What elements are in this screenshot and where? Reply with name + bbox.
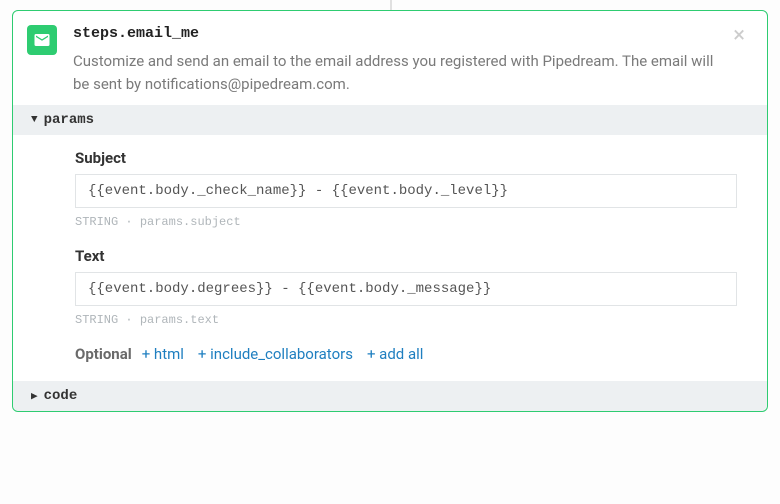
optional-include-collaborators-link[interactable]: + include_collaborators bbox=[198, 345, 353, 363]
params-body: Subject STRING · params.subject Text STR… bbox=[13, 135, 767, 381]
triangle-down-icon: ▼ bbox=[31, 114, 38, 126]
optional-label: Optional bbox=[75, 345, 132, 363]
step-name[interactable]: steps.email_me bbox=[73, 25, 729, 42]
field-subject: Subject STRING · params.subject bbox=[75, 149, 737, 229]
subject-input[interactable] bbox=[75, 174, 737, 208]
email-icon bbox=[27, 25, 57, 55]
optional-add-all-link[interactable]: + add all bbox=[367, 345, 423, 363]
step-header: steps.email_me Customize and send an ema… bbox=[13, 11, 767, 105]
code-section-label: code bbox=[44, 388, 78, 404]
text-meta: STRING · params.text bbox=[75, 313, 737, 327]
text-input[interactable] bbox=[75, 272, 737, 306]
optional-html-link[interactable]: + html bbox=[142, 345, 184, 363]
step-card: steps.email_me Customize and send an ema… bbox=[12, 10, 768, 412]
close-icon[interactable]: × bbox=[729, 25, 749, 47]
field-text: Text STRING · params.text bbox=[75, 247, 737, 327]
params-section-label: params bbox=[44, 112, 94, 128]
subject-meta: STRING · params.subject bbox=[75, 215, 737, 229]
optional-params-row: Optional + html + include_collaborators … bbox=[75, 345, 737, 363]
flow-connector-line bbox=[390, 0, 392, 10]
subject-label: Subject bbox=[75, 149, 737, 167]
params-section-toggle[interactable]: ▼ params bbox=[13, 105, 767, 135]
code-section-toggle[interactable]: ▶ code bbox=[13, 381, 767, 411]
step-description: Customize and send an email to the email… bbox=[73, 50, 729, 95]
triangle-right-icon: ▶ bbox=[31, 389, 38, 403]
text-label: Text bbox=[75, 247, 737, 265]
